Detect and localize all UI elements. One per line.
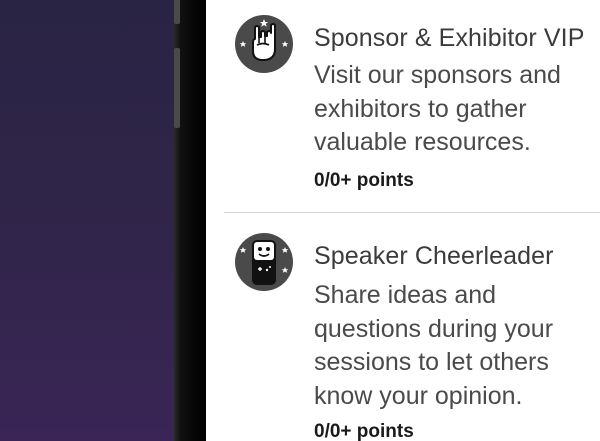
description-line: sessions to let others <box>314 348 549 376</box>
achievement-description: Share ideas and questions during your se… <box>314 279 553 413</box>
achievement-points: 0/0+ points <box>314 421 414 441</box>
device-side-button-top <box>174 0 180 24</box>
description-line: exhibitors to gather <box>314 94 527 123</box>
description-line: Visit our sponsors and <box>314 61 561 89</box>
achievement-item-speaker-cheerleader[interactable]: Speaker Cheerleader Share ideas and ques… <box>206 213 600 441</box>
achievement-points: 0/0+ points <box>314 170 414 191</box>
wallpaper-background <box>0 0 180 441</box>
achievement-item-sponsor-exhibitor-vip[interactable]: Sponsor & Exhibitor VIP Visit our sponso… <box>206 0 600 212</box>
smiley-phone-icon <box>239 240 289 285</box>
device-side-button <box>174 48 180 128</box>
achievements-list: Sponsor & Exhibitor VIP Visit our sponso… <box>206 0 600 441</box>
achievement-badge <box>235 233 293 291</box>
achievement-badge <box>235 15 293 73</box>
description-line: know your opinion. <box>314 381 523 410</box>
description-line: valuable resources. <box>314 128 531 156</box>
achievement-title: Sponsor & Exhibitor VIP <box>314 24 585 52</box>
achievement-description: Visit our sponsors and exhibitors to gat… <box>314 59 561 160</box>
rock-on-hand-icon <box>239 19 289 61</box>
description-line: Share ideas and <box>314 281 497 309</box>
description-line: questions during your <box>314 314 554 343</box>
achievement-title: Speaker Cheerleader <box>314 242 554 270</box>
